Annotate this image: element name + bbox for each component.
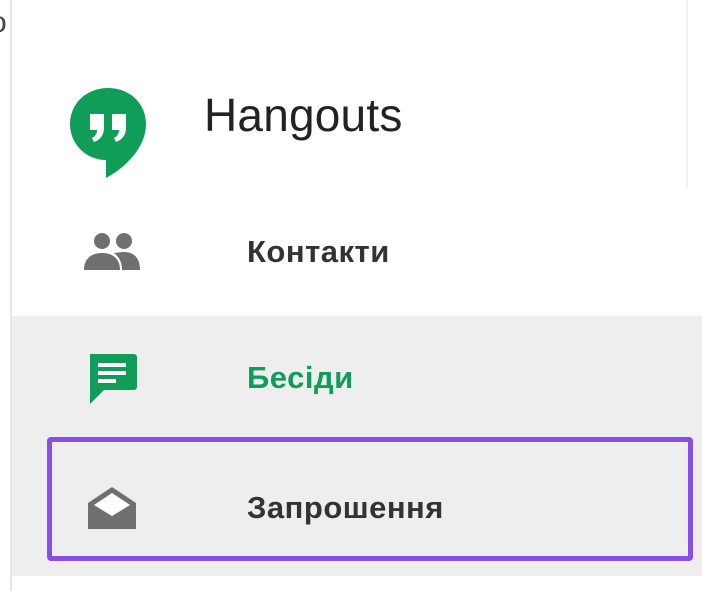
envelope-open-icon	[76, 440, 148, 576]
nav-item-label: Запрошення	[247, 490, 444, 525]
nav-item-conversations[interactable]: Бесіди	[12, 316, 702, 440]
nav-item-label: Бесіди	[247, 360, 354, 395]
people-icon	[76, 188, 148, 316]
nav-item-label: Контакти	[247, 234, 390, 269]
chat-icon	[76, 316, 148, 440]
nav-item-invites[interactable]: Запрошення	[12, 440, 702, 576]
app-header: Hangouts	[12, 62, 686, 178]
app-title: Hangouts	[204, 89, 403, 141]
hangouts-logo-icon[interactable]	[66, 84, 150, 180]
hangouts-sidebar: o Hangouts Контакти	[0, 0, 702, 591]
nav-item-contacts[interactable]: Контакти	[12, 188, 702, 316]
corner-glyph: o	[0, 8, 7, 38]
